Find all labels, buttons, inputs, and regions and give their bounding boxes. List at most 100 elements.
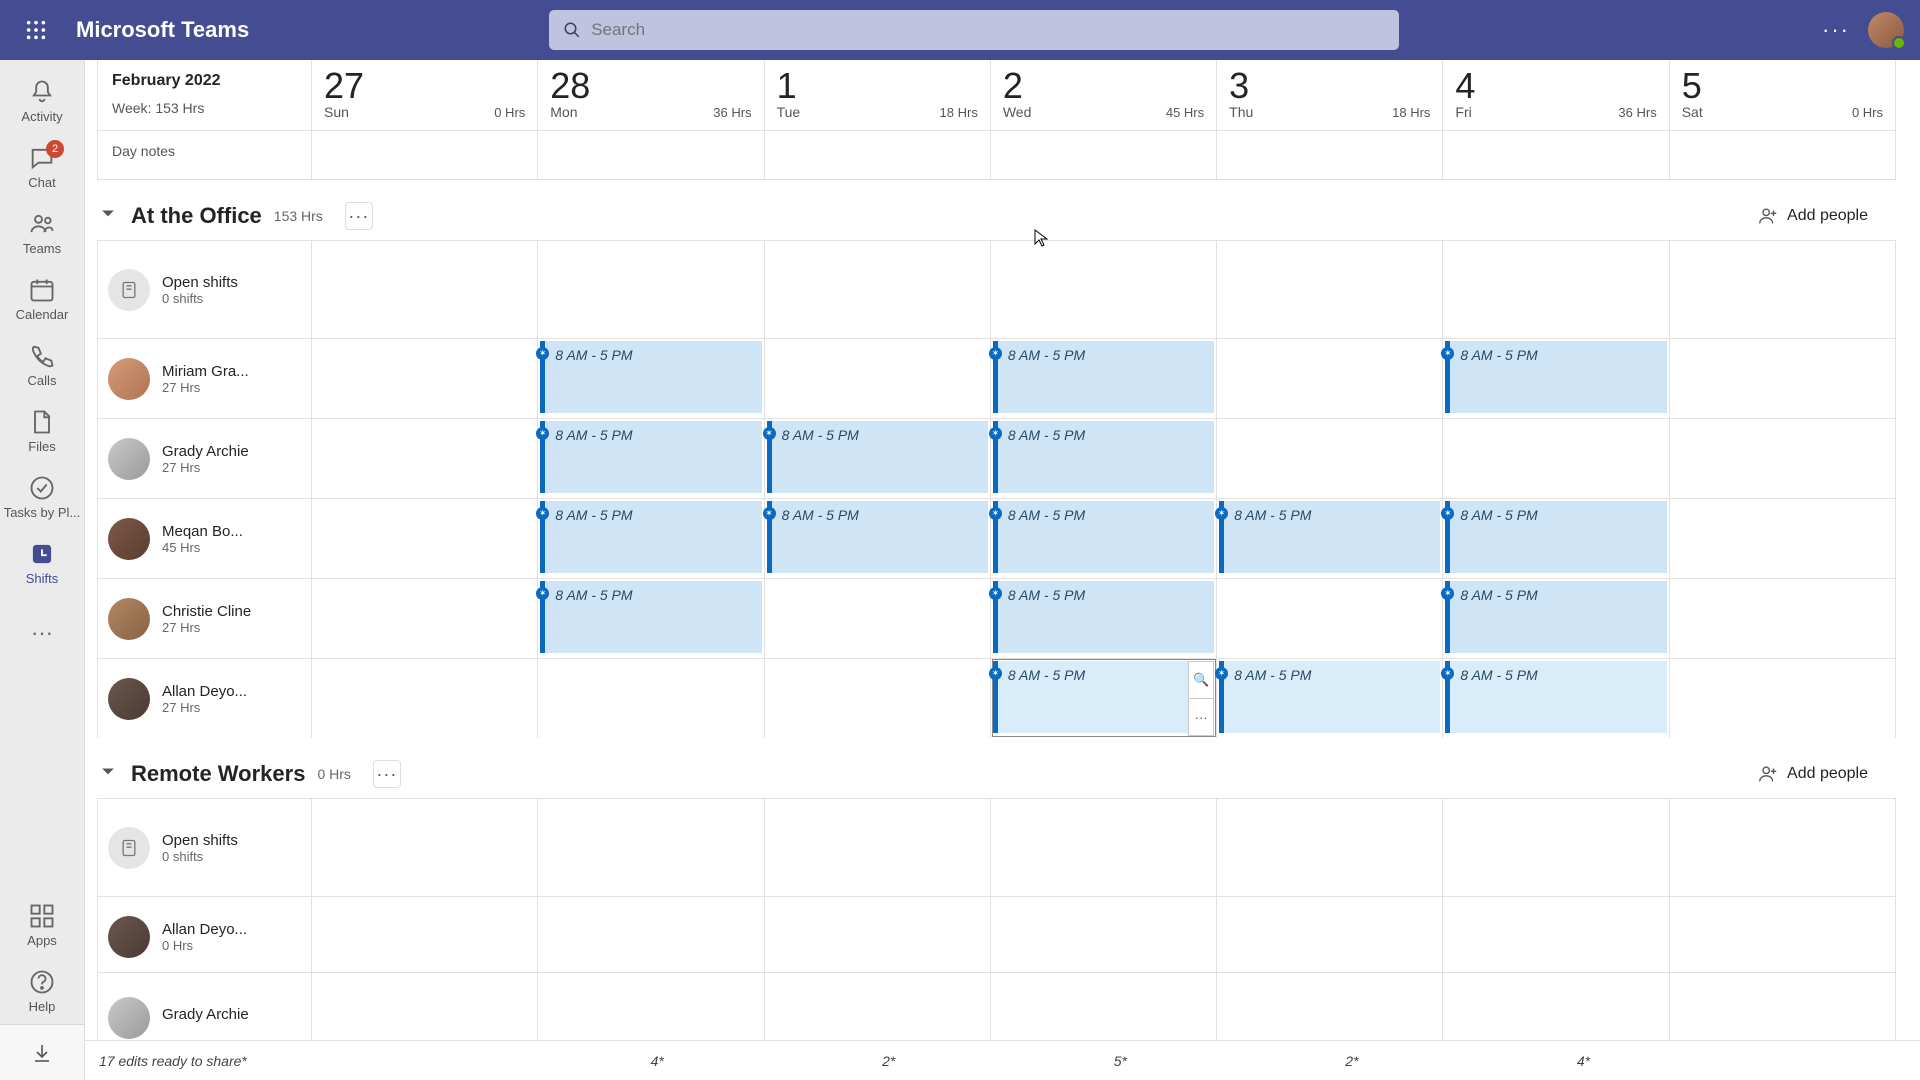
shift-cell[interactable] (1443, 418, 1669, 498)
shift-cell[interactable]: 8 AM - 5 PM (765, 418, 991, 498)
rail-files[interactable]: Files (0, 398, 84, 464)
shift-cell[interactable] (312, 338, 538, 418)
row-side-person[interactable]: Christie Cline27 Hrs (98, 578, 312, 658)
shift-cell[interactable] (312, 658, 538, 738)
shift-cell[interactable]: 8 AM - 5 PM (991, 338, 1217, 418)
shift-cell[interactable] (991, 240, 1217, 338)
day-note-cell[interactable] (538, 131, 764, 180)
shift-cell[interactable] (1443, 240, 1669, 338)
rail-calendar[interactable]: Calendar (0, 266, 84, 332)
shift-cell[interactable] (765, 896, 991, 976)
shift-cell[interactable] (991, 972, 1217, 1040)
shift-cell[interactable] (312, 498, 538, 578)
day-note-cell[interactable] (1670, 131, 1896, 180)
shift-cell[interactable] (312, 418, 538, 498)
shift-chip[interactable]: 8 AM - 5 PM (1445, 341, 1666, 413)
shift-cell[interactable] (1670, 498, 1896, 578)
shift-cell[interactable] (1443, 972, 1669, 1040)
shift-cell[interactable] (765, 972, 991, 1040)
shift-cell[interactable] (538, 972, 764, 1040)
group-more-button[interactable]: ··· (373, 760, 401, 788)
shift-cell[interactable]: 8 AM - 5 PM (1443, 498, 1669, 578)
shift-cell[interactable] (1670, 240, 1896, 338)
shift-cell[interactable] (1670, 578, 1896, 658)
shift-cell[interactable] (765, 798, 991, 896)
rail-chat[interactable]: 2 Chat (0, 134, 84, 200)
shift-cell[interactable]: 8 AM - 5 PM (765, 498, 991, 578)
shift-cell[interactable] (1670, 418, 1896, 498)
row-side-open[interactable]: Open shifts0 shifts (98, 798, 312, 896)
shift-cell[interactable] (538, 896, 764, 976)
rail-calls[interactable]: Calls (0, 332, 84, 398)
rail-apps[interactable]: Apps (0, 892, 84, 958)
day-note-cell[interactable] (1217, 131, 1443, 180)
shift-cell[interactable]: 8 AM - 5 PM (991, 498, 1217, 578)
shift-cell[interactable] (1443, 896, 1669, 976)
shift-cell[interactable]: 8 AM - 5 PM (538, 418, 764, 498)
me-avatar[interactable] (1868, 12, 1904, 48)
rail-help[interactable]: Help (0, 958, 84, 1024)
shift-chip[interactable]: 8 AM - 5 PM (993, 661, 1214, 733)
shift-chip[interactable]: 8 AM - 5 PM (540, 501, 761, 573)
chevron-down-icon[interactable] (101, 207, 119, 225)
rail-more[interactable]: ··· (0, 600, 84, 666)
rail-tasks[interactable]: Tasks by Pl... (0, 464, 84, 530)
shift-search-icon[interactable]: 🔍 (1189, 662, 1213, 699)
shift-cell[interactable]: 8 AM - 5 PM (991, 578, 1217, 658)
shift-cell[interactable]: 8 AM - 5 PM (1443, 578, 1669, 658)
shift-cell[interactable] (765, 658, 991, 738)
day-col-thu[interactable]: 3Thu18 Hrs (1217, 60, 1443, 130)
shift-cell[interactable]: 8 AM - 5 PM (1217, 498, 1443, 578)
shift-cell-selected[interactable]: 8 AM - 5 PM 🔍 ··· (991, 658, 1217, 738)
shift-cell[interactable] (1670, 972, 1896, 1040)
shift-cell[interactable] (538, 798, 764, 896)
day-note-cell[interactable] (1443, 131, 1669, 180)
shift-cell[interactable] (1217, 972, 1443, 1040)
shift-cell[interactable] (1217, 418, 1443, 498)
rail-activity[interactable]: Activity (0, 68, 84, 134)
shift-cell[interactable] (1443, 798, 1669, 896)
rail-teams[interactable]: Teams (0, 200, 84, 266)
day-col-wed[interactable]: 2Wed45 Hrs (991, 60, 1217, 130)
shift-cell[interactable]: 8 AM - 5 PM (538, 578, 764, 658)
shift-cell[interactable] (538, 658, 764, 738)
shift-chip[interactable]: 8 AM - 5 PM (1445, 501, 1666, 573)
shift-cell[interactable] (765, 578, 991, 658)
shift-cell[interactable] (1217, 338, 1443, 418)
group-more-button[interactable]: ··· (345, 202, 373, 230)
shift-cell[interactable] (1670, 896, 1896, 976)
shift-cell[interactable] (1670, 658, 1896, 738)
shift-cell[interactable] (312, 972, 538, 1040)
shift-cell[interactable] (765, 338, 991, 418)
shift-cell[interactable] (991, 896, 1217, 976)
search-box[interactable] (549, 10, 1399, 50)
header-more-icon[interactable]: ··· (1822, 17, 1850, 43)
shift-chip[interactable]: 8 AM - 5 PM (993, 501, 1214, 573)
chevron-down-icon[interactable] (101, 765, 119, 783)
day-col-sat[interactable]: 5Sat0 Hrs (1670, 60, 1896, 130)
add-people-button[interactable]: Add people (1757, 205, 1868, 227)
shift-cell[interactable] (765, 240, 991, 338)
shift-cell[interactable] (1217, 240, 1443, 338)
shift-cell[interactable]: 8 AM - 5 PM (1443, 338, 1669, 418)
shift-cell[interactable]: 8 AM - 5 PM (1217, 658, 1443, 738)
row-side-open[interactable]: Open shifts0 shifts (98, 240, 312, 338)
shift-cell[interactable] (312, 578, 538, 658)
shift-cell[interactable] (991, 798, 1217, 896)
search-input[interactable] (591, 20, 1385, 40)
shift-cell[interactable] (1217, 578, 1443, 658)
shift-cell[interactable] (1217, 798, 1443, 896)
rail-shifts[interactable]: Shifts (0, 530, 84, 596)
shift-cell[interactable] (312, 798, 538, 896)
day-col-fri[interactable]: 4Fri36 Hrs (1443, 60, 1669, 130)
row-side-person[interactable]: Grady Archie27 Hrs (98, 418, 312, 498)
shift-cell[interactable] (538, 240, 764, 338)
shift-chip[interactable]: 8 AM - 5 PM (540, 341, 761, 413)
row-side-person[interactable]: Allan Deyo...27 Hrs (98, 658, 312, 738)
shift-chip[interactable]: 8 AM - 5 PM (540, 581, 761, 653)
shift-cell[interactable] (312, 240, 538, 338)
rail-download[interactable] (0, 1024, 84, 1080)
row-side-person[interactable]: Meqan Bo...45 Hrs (98, 498, 312, 578)
row-side-person[interactable]: Grady Archie (98, 972, 312, 1040)
shift-chip[interactable]: 8 AM - 5 PM (540, 421, 761, 493)
